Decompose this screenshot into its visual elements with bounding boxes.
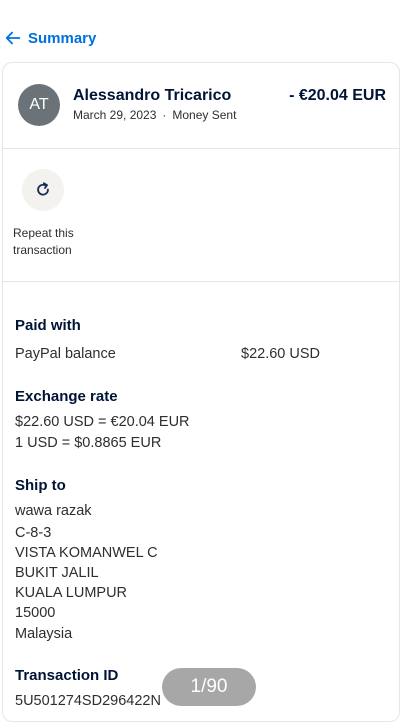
repeat-transaction-button[interactable] (22, 169, 64, 211)
exchange-rate-line-2: 1 USD = $0.8865 EUR (15, 435, 162, 451)
transaction-id-title: Transaction ID (15, 667, 119, 684)
meta-separator: · (162, 108, 167, 122)
back-label: Summary (28, 29, 97, 47)
ship-to-line: Malaysia (15, 626, 73, 642)
transaction-date: March 29, 2023 (73, 108, 157, 122)
ship-to-line: C-8-3 (15, 525, 52, 541)
transaction-header: AT Alessandro Tricarico March 29, 2023 ·… (3, 63, 399, 149)
avatar: AT (18, 84, 60, 126)
paid-with-method: PayPal balance (15, 346, 116, 362)
ship-to-line: wawa razak (15, 503, 92, 519)
ship-to-line: VISTA KOMANWEL C (15, 545, 158, 561)
repeat-transaction-label: Repeat this transaction (13, 226, 74, 257)
page-counter-badge: 1/90 (162, 668, 256, 706)
ship-to-line: KUALA LUMPUR (15, 585, 128, 601)
transaction-id-value: 5U501274SD296422N (15, 693, 161, 709)
transaction-amount: - €20.04 EUR (289, 87, 386, 104)
paid-with-title: Paid with (15, 317, 81, 334)
recipient-name: Alessandro Tricarico (73, 87, 232, 104)
ship-to-line: 15000 (15, 605, 56, 621)
arrow-left-icon (5, 31, 21, 45)
exchange-rate-title: Exchange rate (15, 388, 118, 405)
exchange-rate-line-1: $22.60 USD = €20.04 EUR (15, 414, 190, 430)
ship-to-line: BUKIT JALIL (15, 565, 99, 581)
transaction-meta: March 29, 2023 · Money Sent (73, 108, 236, 122)
refresh-icon (37, 182, 49, 196)
back-to-summary-link[interactable]: Summary (4, 27, 96, 49)
paid-with-amount: $22.60 USD (241, 346, 320, 362)
transaction-type: Money Sent (172, 108, 237, 122)
repeat-section: Repeat this transaction (3, 149, 399, 282)
ship-to-title: Ship to (15, 477, 66, 494)
